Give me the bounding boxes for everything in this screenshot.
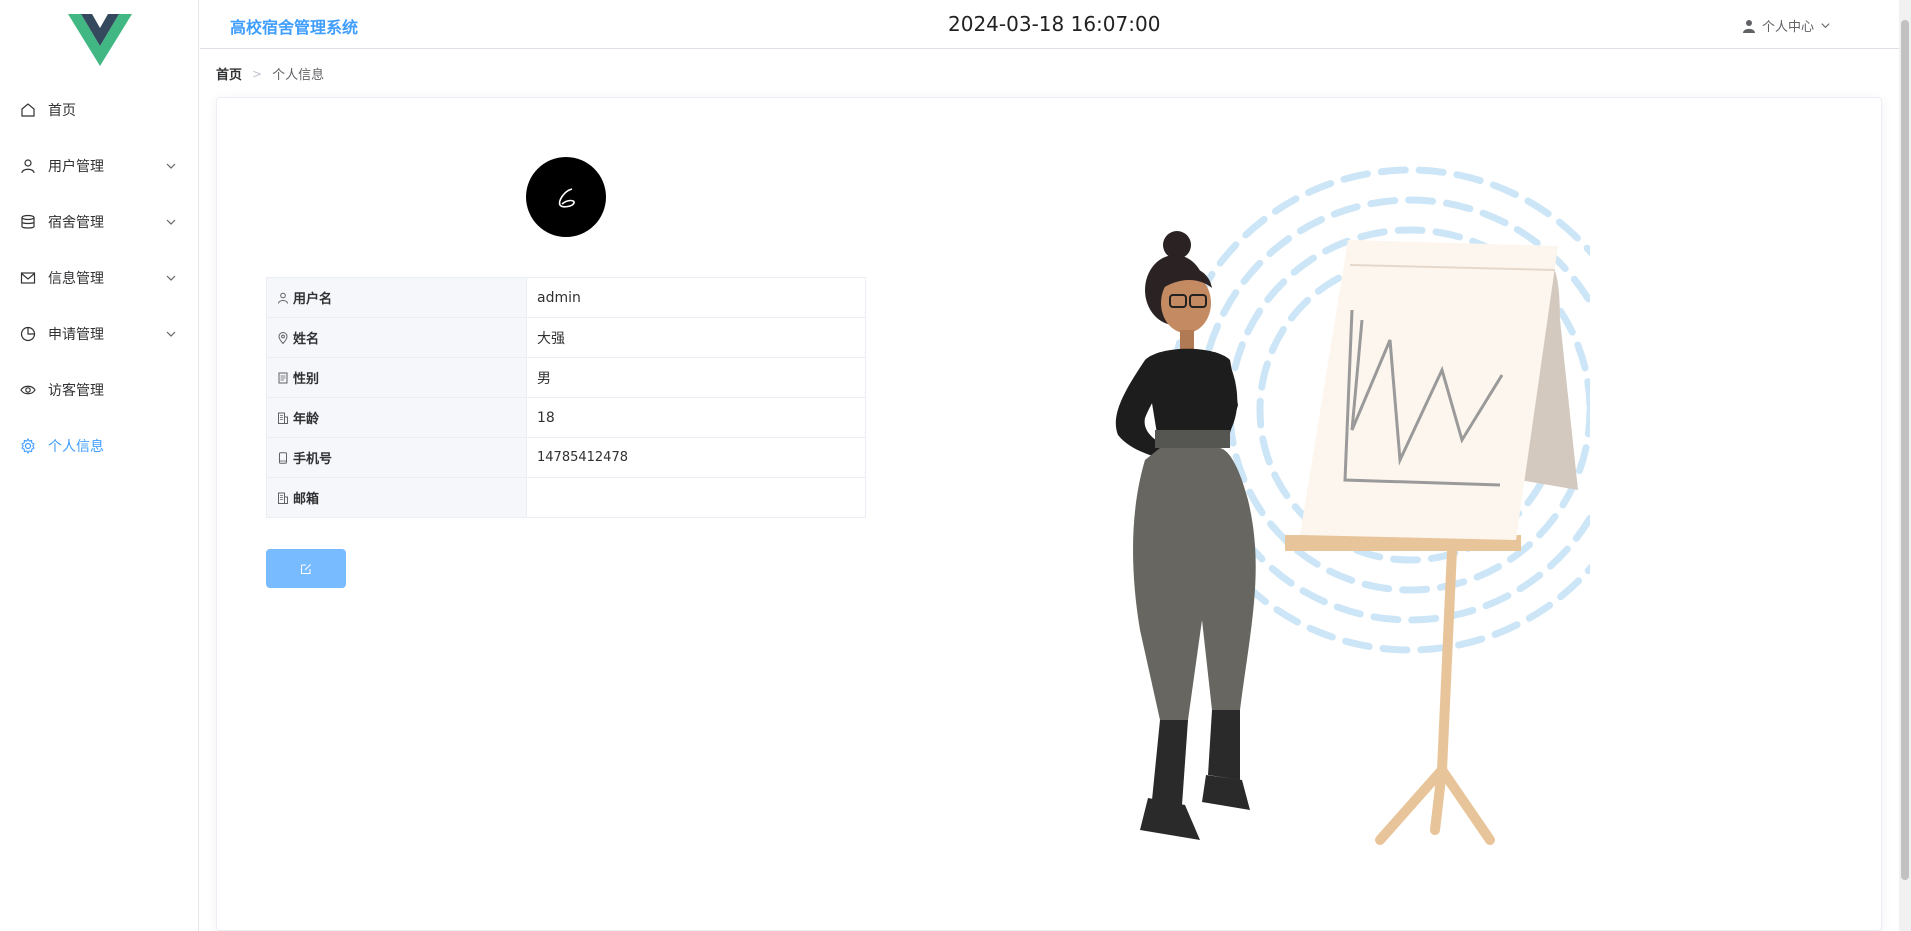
sidebar-item-personal-info[interactable]: 个人信息 (0, 418, 199, 474)
sidebar-item-user-management[interactable]: 用户管理 (0, 138, 199, 194)
eye-icon (20, 382, 36, 398)
sidebar-item-label: 访客管理 (48, 383, 104, 399)
scrollbar-thumb[interactable] (1901, 20, 1909, 880)
breadcrumb-home[interactable]: 首页 (216, 64, 242, 83)
edit-icon (301, 563, 311, 574)
sidebar-menu: 首页 用户管理 宿舍管理 信息管理 申请管理 访客管理 个人信息 (0, 82, 199, 474)
table-row: 邮箱 (266, 477, 866, 518)
sidebar-item-label: 首页 (48, 103, 76, 119)
sidebar-item-label: 个人信息 (48, 439, 104, 455)
table-row: 用户名 admin (266, 277, 866, 318)
breadcrumb-separator: > (252, 66, 263, 81)
sidebar-item-label: 用户管理 (48, 159, 104, 175)
mail-icon (20, 270, 36, 286)
sidebar-item-label: 申请管理 (48, 327, 104, 343)
chevron-down-icon (1821, 23, 1830, 29)
avatar[interactable] (526, 157, 606, 237)
user-icon (1743, 19, 1755, 33)
table-row: 姓名 大强 (266, 317, 866, 358)
sidebar-item-info-management[interactable]: 信息管理 (0, 250, 199, 306)
user-icon (278, 292, 288, 304)
field-label-gender: 性别 (293, 372, 320, 387)
field-value-name: 大强 (526, 317, 866, 358)
sidebar-item-application-management[interactable]: 申请管理 (0, 306, 199, 362)
sidebar-item-visitor-management[interactable]: 访客管理 (0, 362, 199, 418)
office-icon (278, 412, 288, 424)
presenter-illustration (1115, 166, 1590, 845)
user-center-label: 个人中心 (1762, 20, 1815, 35)
table-row: 手机号 14785412478 (266, 437, 866, 478)
location-icon (278, 331, 288, 344)
vue-logo-icon (68, 14, 132, 66)
table-row: 年龄 18 (266, 397, 866, 438)
edit-profile-button[interactable] (266, 549, 346, 588)
top-header: 高校宿舍管理系统 2024-03-18 16:07:00 个人中心 (200, 0, 1900, 49)
table-row: 性别 男 (266, 357, 866, 398)
profile-info-table: 用户名 admin 姓名 大强 性别 男 年龄 18 手机号 147854124… (266, 277, 866, 518)
field-label-email: 邮箱 (293, 492, 320, 507)
sidebar-item-label: 信息管理 (48, 271, 104, 287)
datetime-display: 2024-03-18 16:07:00 (948, 12, 1161, 36)
phone-icon (279, 451, 287, 464)
breadcrumb-current: 个人信息 (272, 68, 325, 83)
sidebar-item-home[interactable]: 首页 (0, 82, 199, 138)
office-icon (278, 492, 288, 504)
app-title: 高校宿舍管理系统 (230, 18, 359, 37)
sidebar: 首页 用户管理 宿舍管理 信息管理 申请管理 访客管理 个人信息 (0, 0, 199, 931)
database-icon (20, 214, 36, 230)
field-value-username: admin (526, 277, 866, 318)
pie-chart-icon (20, 326, 36, 342)
field-value-age: 18 (526, 397, 866, 438)
field-value-gender: 男 (526, 357, 866, 398)
field-label-name: 姓名 (293, 332, 320, 347)
gear-icon (20, 438, 36, 454)
field-value-phone: 14785412478 (526, 437, 866, 478)
user-center-dropdown[interactable]: 个人中心 (1742, 16, 1831, 35)
field-value-email (526, 477, 866, 518)
sidebar-item-dorm-management[interactable]: 宿舍管理 (0, 194, 199, 250)
avatar-signature-icon (558, 188, 575, 208)
field-label-username: 用户名 (293, 292, 333, 307)
field-label-age: 年龄 (293, 412, 320, 427)
home-icon (20, 102, 36, 118)
breadcrumb: 首页 > 个人信息 (216, 64, 325, 84)
chevron-down-icon (166, 331, 176, 337)
user-icon (20, 158, 36, 174)
chevron-down-icon (166, 275, 176, 281)
field-label-phone: 手机号 (293, 452, 333, 467)
sidebar-item-label: 宿舍管理 (48, 215, 104, 231)
chevron-down-icon (166, 219, 176, 225)
document-icon (278, 372, 288, 383)
chevron-down-icon (166, 163, 176, 169)
